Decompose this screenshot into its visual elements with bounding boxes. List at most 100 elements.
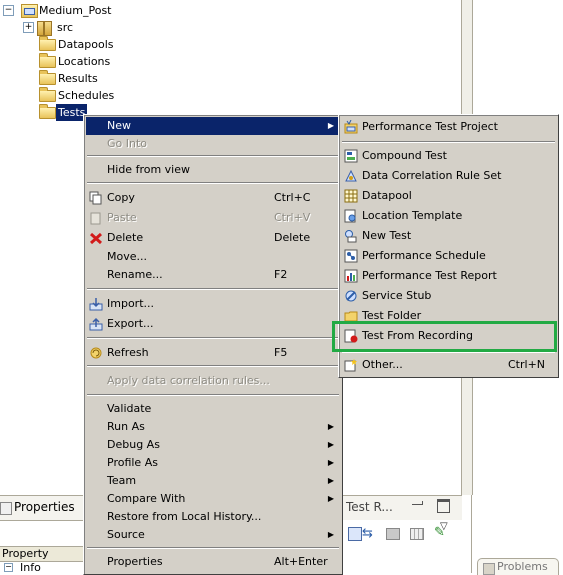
- menu-label: Go Into: [107, 137, 148, 150]
- tree-item-src[interactable]: + src: [0, 19, 200, 36]
- tab-label: Properties: [14, 500, 75, 514]
- menu-item-import[interactable]: Import...: [86, 295, 340, 313]
- menu-label: Properties: [107, 555, 163, 568]
- export-icon: [89, 317, 103, 331]
- submenu-item-other[interactable]: Other... Ctrl+N: [341, 356, 556, 374]
- collapse-all-icon[interactable]: [348, 527, 362, 541]
- tree-item-schedules[interactable]: Schedules: [0, 87, 200, 104]
- tree-item-label: Datapools: [58, 38, 114, 51]
- folder-icon: [39, 104, 56, 119]
- menu-item-paste[interactable]: Paste Ctrl+V: [86, 209, 340, 227]
- folder-icon: [39, 36, 56, 51]
- menu-label: Move...: [107, 250, 147, 263]
- tree-item-results[interactable]: Results: [0, 70, 200, 87]
- tree-item-label: Schedules: [58, 89, 115, 102]
- menu-label: Export...: [107, 317, 154, 330]
- tree-item-locations[interactable]: Locations: [0, 53, 200, 70]
- view-menu-icon[interactable]: ▽: [440, 521, 448, 532]
- menu-label: Copy: [107, 191, 135, 204]
- tree-item-datapools[interactable]: Datapools: [0, 36, 200, 53]
- submenu-item-service-stub[interactable]: Service Stub: [341, 287, 556, 305]
- menu-item-restore-from-local-history[interactable]: Restore from Local History...: [86, 508, 340, 526]
- menu-item-export[interactable]: Export...: [86, 315, 340, 333]
- menu-shortcut: Delete: [274, 231, 311, 244]
- submenu-item-compound-test[interactable]: Compound Test: [341, 147, 556, 165]
- paste-icon: [89, 211, 103, 225]
- menu-item-hide-from-view[interactable]: Hide from view: [86, 161, 340, 179]
- submenu-item-data-correlation-rule-set[interactable]: Data Correlation Rule Set: [341, 167, 556, 185]
- menu-item-new[interactable]: New ▶: [86, 117, 340, 135]
- menu-item-go-into[interactable]: Go Into: [86, 135, 340, 153]
- submenu-arrow-icon: ▶: [327, 476, 334, 485]
- submenu-arrow-icon: ▶: [327, 121, 334, 130]
- menu-item-move[interactable]: Move...: [86, 248, 340, 266]
- package-icon: [37, 21, 52, 36]
- menu-item-copy[interactable]: Copy Ctrl+C: [86, 189, 340, 207]
- menu-separator: [87, 155, 339, 157]
- menu-separator: [87, 547, 339, 549]
- submenu-item-location-template[interactable]: Location Template: [341, 207, 556, 225]
- menu-item-delete[interactable]: Delete Delete: [86, 229, 340, 247]
- menu-label: Performance Test Project: [362, 120, 498, 133]
- menu-label: New Test: [362, 229, 412, 242]
- collapse-toggle-icon[interactable]: −: [4, 563, 13, 572]
- menu-item-source[interactable]: Source ▶: [86, 526, 340, 544]
- tab-test-r[interactable]: Test R...: [346, 496, 406, 518]
- menu-item-debug-as[interactable]: Debug As ▶: [86, 436, 340, 454]
- menu-label: Restore from Local History...: [107, 510, 262, 523]
- property-column-header[interactable]: Property: [0, 546, 84, 562]
- menu-item-rename[interactable]: Rename... F2: [86, 266, 340, 284]
- menu-label: Paste: [107, 211, 137, 224]
- expand-toggle-icon[interactable]: +: [23, 22, 34, 33]
- menu-label: Data Correlation Rule Set: [362, 169, 502, 182]
- menu-separator: [87, 394, 339, 396]
- menu-label: Service Stub: [362, 289, 432, 302]
- step-icon[interactable]: ⇆: [362, 526, 373, 541]
- submenu-item-performance-test-report[interactable]: Performance Test Report: [341, 267, 556, 285]
- menu-label: Performance Test Report: [362, 269, 497, 282]
- menu-label: Run As: [107, 420, 145, 433]
- menu-item-team[interactable]: Team ▶: [86, 472, 340, 490]
- info-row[interactable]: − Info: [0, 562, 82, 574]
- tree-item-label: src: [57, 21, 74, 34]
- menu-item-apply-data-correlation-rules[interactable]: Apply data correlation rules...: [86, 372, 340, 390]
- menu-shortcut: F5: [274, 346, 288, 359]
- menu-item-validate[interactable]: Validate: [86, 400, 340, 418]
- menu-shortcut: Ctrl+C: [274, 191, 311, 204]
- submenu-item-performance-schedule[interactable]: Performance Schedule: [341, 247, 556, 265]
- submenu-arrow-icon: ▶: [327, 530, 334, 539]
- menu-separator: [87, 337, 339, 339]
- tree-item-project[interactable]: − Medium_Post: [0, 2, 200, 19]
- menu-item-profile-as[interactable]: Profile As ▶: [86, 454, 340, 472]
- menu-label: Other...: [362, 358, 403, 371]
- grid-icon[interactable]: [410, 528, 424, 540]
- tab-properties[interactable]: Properties: [0, 496, 84, 518]
- view-toolbar: ⇆ ✎ ▽: [340, 520, 462, 546]
- menu-item-properties[interactable]: Properties Alt+Enter: [86, 553, 340, 571]
- menu-label: Delete: [107, 231, 144, 244]
- menu-label: Compare With: [107, 492, 186, 505]
- copy-icon: [89, 191, 103, 205]
- filter-icon[interactable]: [386, 528, 400, 540]
- collapse-toggle-icon[interactable]: −: [3, 5, 14, 16]
- menu-label: New: [107, 119, 131, 132]
- project-icon: [21, 4, 38, 18]
- submenu-item-new-test[interactable]: New Test: [341, 227, 556, 245]
- submenu-item-datapool[interactable]: Datapool: [341, 187, 556, 205]
- menu-item-run-as[interactable]: Run As ▶: [86, 418, 340, 436]
- menu-item-compare-with[interactable]: Compare With ▶: [86, 490, 340, 508]
- menu-label: Team: [107, 474, 137, 487]
- menu-label: Location Template: [362, 209, 463, 222]
- folder-icon: [39, 70, 56, 85]
- tab-problems[interactable]: Problems: [477, 558, 559, 575]
- minimize-icon[interactable]: [412, 501, 423, 505]
- context-menu: New ▶ Go Into Hide from view Copy Ctrl+C…: [83, 114, 343, 575]
- menu-separator: [342, 141, 555, 143]
- submenu-item-performance-test-project[interactable]: Performance Test Project: [341, 118, 556, 136]
- service-stub-icon: [344, 289, 358, 303]
- maximize-icon[interactable]: [437, 499, 450, 513]
- menu-shortcut: Alt+Enter: [274, 555, 328, 568]
- menu-label: Import...: [107, 297, 154, 310]
- menu-item-refresh[interactable]: Refresh F5: [86, 344, 340, 362]
- menu-label: Validate: [107, 402, 152, 415]
